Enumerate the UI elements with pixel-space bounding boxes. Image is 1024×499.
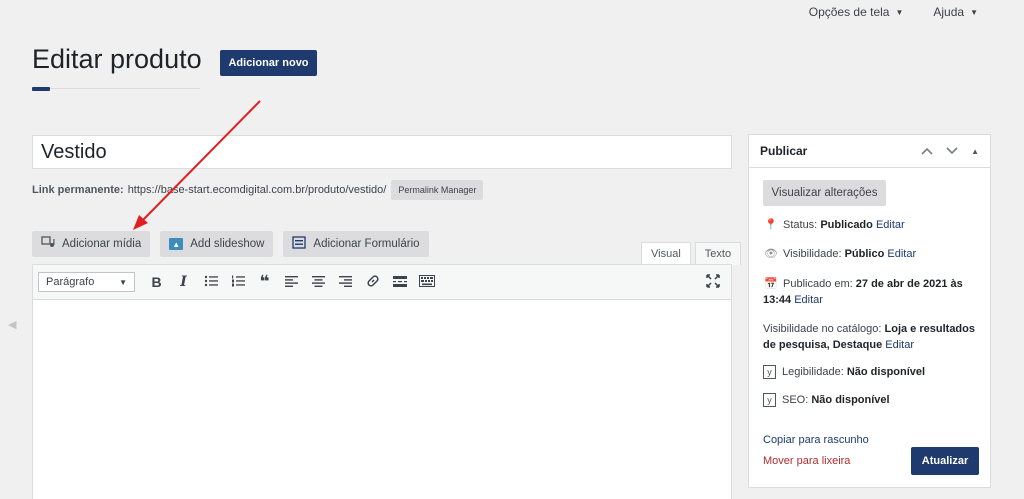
add-media-label: Adicionar mídia	[62, 238, 142, 250]
yoast-icon: y	[763, 393, 776, 407]
readability-value: Não disponível	[846, 366, 926, 378]
editor-toolbar: Parágrafo ▼ B I ❝	[33, 265, 731, 300]
add-form-label: Adicionar Formulário	[313, 238, 420, 250]
catalog-label: Visibilidade no catálogo:	[763, 323, 882, 335]
visibility-edit-link[interactable]: Editar	[887, 248, 916, 260]
add-new-button[interactable]: Adicionar novo	[220, 50, 317, 76]
fullscreen-icon[interactable]	[699, 273, 726, 291]
add-form-button[interactable]: Adicionar Formulário	[283, 231, 429, 257]
status-edit-link[interactable]: Editar	[876, 219, 905, 231]
publish-box: Publicar ▲ Visualizar alterações 📍 Status…	[748, 134, 991, 488]
media-icon	[41, 236, 55, 252]
catalog-visibility-row: Visibilidade no catálogo: Loja e resulta…	[763, 321, 983, 353]
media-buttons: Adicionar mídia ▲ Add slideshow Adiciona…	[32, 231, 429, 257]
permalink-url[interactable]: https://base-start.ecomdigital.com.br/pr…	[128, 184, 387, 196]
help-toggle[interactable]: Ajuda ▼	[933, 5, 978, 19]
readability-row: y Legibilidade: Não disponível	[763, 364, 983, 380]
screen-meta-links: Opções de tela ▼ Ajuda ▼	[809, 5, 978, 19]
catalog-value: Loja e resultados	[884, 323, 975, 335]
move-to-trash-link[interactable]: Mover para lixeira	[763, 453, 903, 469]
add-slideshow-label: Add slideshow	[190, 238, 265, 250]
published-edit-link[interactable]: Editar	[794, 294, 823, 306]
published-time: 13:44	[763, 294, 792, 306]
copy-draft-link[interactable]: Copiar para rascunho	[763, 432, 983, 448]
title-underline	[32, 87, 200, 91]
seo-value: Não disponível	[811, 394, 890, 406]
link-icon[interactable]	[359, 274, 386, 291]
toolbar-toggle-icon[interactable]	[413, 274, 440, 290]
read-more-icon[interactable]	[386, 274, 413, 290]
caret-down-icon: ▼	[970, 7, 978, 17]
publish-box-title: Publicar	[760, 144, 808, 158]
bullet-list-icon[interactable]	[197, 274, 224, 290]
pin-icon: 📍	[764, 219, 778, 231]
editor-tabs: Visual Texto	[641, 242, 742, 265]
add-media-button[interactable]: Adicionar mídia	[32, 231, 151, 257]
tab-visual[interactable]: Visual	[641, 242, 691, 265]
catalog-value-cont: de pesquisa, Destaque	[763, 339, 883, 351]
page-title: Editar produto	[32, 44, 202, 74]
published-date-row: 📅 Publicado em: 27 de abr de 2021 às 13:44…	[763, 276, 983, 308]
publish-box-header: Publicar ▲	[749, 135, 990, 168]
collapse-toggle-icon[interactable]: ▲	[971, 147, 979, 156]
permalink-manager-button[interactable]: Permalink Manager	[391, 180, 484, 200]
chevron-down-icon[interactable]	[946, 144, 958, 158]
help-label: Ajuda	[933, 5, 965, 19]
bold-icon[interactable]: B	[143, 274, 170, 290]
format-select-value: Parágrafo	[46, 276, 95, 288]
published-value: 27 de abr de 2021 às	[855, 278, 963, 290]
align-center-icon[interactable]	[305, 274, 332, 290]
visibility-label: Visibilidade:	[783, 248, 842, 260]
permalink-label: Link permanente:	[32, 184, 124, 196]
update-button[interactable]: Atualizar	[911, 447, 979, 475]
screen-options-label: Opções de tela	[808, 5, 890, 19]
caret-down-icon: ▼	[895, 7, 904, 17]
numbered-list-icon[interactable]	[224, 274, 251, 290]
yoast-icon: y	[763, 365, 776, 379]
seo-row: y SEO: Não disponível	[763, 392, 983, 408]
visibility-value: Público	[844, 248, 885, 260]
content-editor[interactable]: Parágrafo ▼ B I ❝	[32, 264, 732, 499]
chevron-left-icon: ◀	[8, 319, 17, 331]
align-right-icon[interactable]	[332, 274, 359, 290]
screen-options-toggle[interactable]: Opções de tela ▼	[809, 5, 904, 19]
post-title-input[interactable]: Vestido	[32, 135, 732, 169]
form-icon	[292, 236, 307, 252]
eye-icon: 👁	[764, 248, 778, 260]
slideshow-icon: ▲	[169, 238, 184, 250]
italic-icon[interactable]: I	[170, 274, 197, 290]
permalink-row: Link permanente: https://base-start.ecom…	[32, 180, 484, 200]
status-label: Status:	[783, 219, 818, 231]
catalog-edit-link[interactable]: Editar	[885, 339, 914, 351]
format-select[interactable]: Parágrafo ▼	[38, 272, 135, 292]
calendar-icon: 📅	[764, 278, 778, 290]
add-slideshow-button[interactable]: ▲ Add slideshow	[160, 231, 274, 257]
caret-down-icon: ▼	[119, 277, 127, 287]
visibility-row: 👁 Visibilidade: Público Editar	[763, 246, 983, 262]
chevron-up-icon[interactable]	[921, 144, 933, 158]
tab-text[interactable]: Texto	[694, 242, 742, 265]
quote-icon[interactable]: ❝	[251, 272, 278, 292]
title-underline-accent	[32, 87, 50, 91]
align-left-icon[interactable]	[278, 274, 305, 290]
preview-changes-button[interactable]: Visualizar alterações	[763, 180, 886, 206]
published-label: Publicado em:	[783, 278, 853, 290]
readability-label: Legibilidade:	[782, 366, 844, 378]
status-row: 📍 Status: Publicado Editar	[763, 217, 983, 233]
seo-label: SEO:	[782, 394, 809, 406]
status-value: Publicado	[820, 219, 873, 231]
